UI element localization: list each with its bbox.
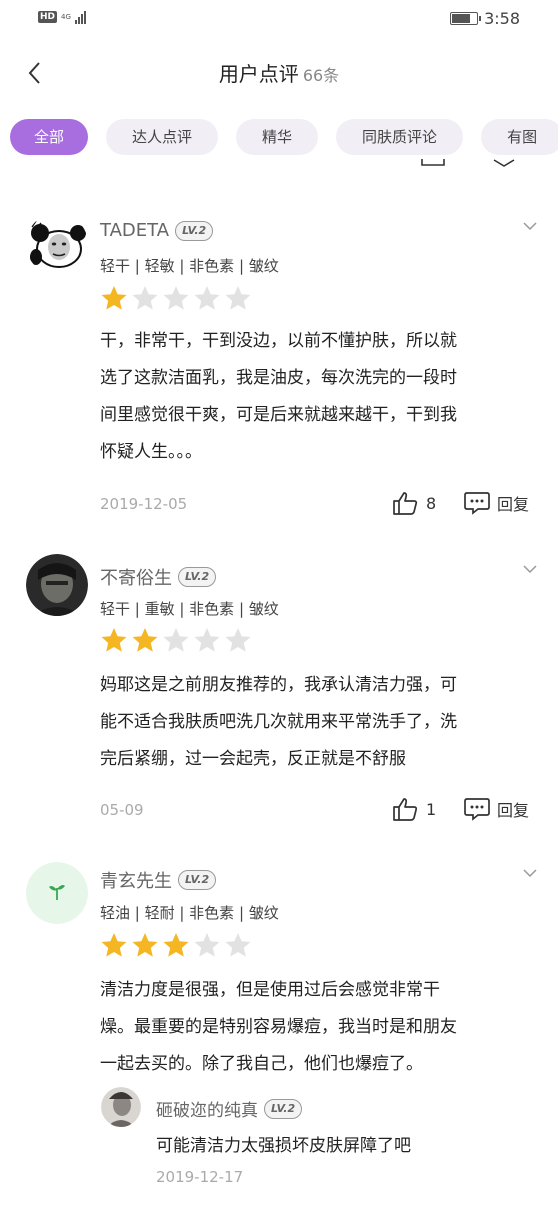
- review-text-line: 妈耶这是之前朋友推荐的，我承认清洁力强，可: [100, 675, 457, 695]
- star-empty-icon: [163, 628, 189, 652]
- level-badge: LV.2: [264, 1098, 303, 1119]
- avatar: [26, 554, 88, 616]
- username-text: TADETA: [100, 220, 170, 241]
- comment-icon: [464, 798, 490, 821]
- like-button[interactable]: 8: [392, 491, 436, 515]
- review-text-line: 清洁力度是很强，但是使用过后会感觉非常干: [100, 980, 440, 1000]
- review-text-line: 怀疑人生。。。: [100, 442, 202, 462]
- tab-featured[interactable]: 精华: [236, 119, 319, 155]
- tab-with-images[interactable]: 有图: [481, 119, 558, 155]
- skin-tags: 轻干 | 重敏 | 非色素 | 皱纹: [100, 600, 279, 618]
- tab-all[interactable]: 全部: [10, 119, 89, 155]
- review-text-line: 能不适合我肤质吧洗几次就用来平常洗手了，洗: [100, 712, 457, 732]
- username[interactable]: TADETA LV.2: [100, 220, 214, 241]
- star-filled-icon: [101, 628, 127, 652]
- portrait-avatar-icon: [26, 554, 88, 616]
- status-right: 3:58: [450, 9, 520, 28]
- skin-tags: 轻油 | 轻耐 | 非色素 | 皱纹: [100, 904, 279, 922]
- skin-tags: 轻干 | 轻敏 | 非色素 | 皱纹: [100, 257, 279, 275]
- level-badge: LV.2: [178, 567, 217, 587]
- username-text: 青玄先生: [100, 871, 172, 892]
- review-text-line: 一起去买的。除了我自己，他们也爆痘了。: [100, 1054, 423, 1074]
- review-count: 66条: [302, 66, 340, 85]
- page-title: 用户点评: [218, 62, 299, 86]
- review-date: 2019-12-05: [100, 495, 188, 513]
- star-empty-icon: [225, 933, 251, 957]
- star-empty-icon: [194, 933, 220, 957]
- chevron-down-icon[interactable]: [522, 868, 538, 878]
- comment-icon: [464, 492, 490, 515]
- star-rating: [100, 932, 252, 958]
- review-item: 青玄先生 LV.2 轻油 | 轻耐 | 非色素 | 皱纹 清洁力度是很强，但是使…: [0, 838, 558, 1210]
- username-text: 不寄俗生: [100, 568, 172, 589]
- level-badge: LV.2: [178, 870, 217, 890]
- review-text-line: 燥。最重要的是特别容易爆痘，我当时是和朋友: [100, 1017, 457, 1037]
- star-rating: [100, 627, 252, 653]
- review-text-line: 间里感觉很干爽，可是后来就越来越干，干到我: [100, 405, 457, 425]
- username[interactable]: 青玄先生 LV.2: [100, 867, 217, 893]
- status-left: HD 4G: [38, 10, 86, 24]
- scrolled-off-action-icons: [421, 159, 515, 167]
- star-empty-icon: [194, 286, 220, 310]
- thumbs-up-icon: [393, 492, 418, 515]
- review-date: 05-09: [100, 801, 144, 819]
- review-item: TADETA LV.2 轻干 | 轻敏 | 非色素 | 皱纹 干，非常干，干到没…: [0, 188, 558, 528]
- chevron-down-icon[interactable]: [522, 221, 538, 231]
- hd-indicator: HD: [38, 11, 58, 23]
- star-empty-icon: [163, 286, 189, 310]
- star-filled-icon: [132, 628, 158, 652]
- filter-tabs: 全部 达人点评 精华 同肤质评论 有图: [10, 119, 558, 157]
- like-button[interactable]: 1: [392, 797, 436, 821]
- like-count: 8: [426, 493, 437, 513]
- tab-expert-reviews[interactable]: 达人点评: [106, 119, 219, 155]
- star-empty-icon: [194, 628, 220, 652]
- reply-button[interactable]: 回复: [464, 797, 529, 821]
- chevron-down-icon[interactable]: [522, 564, 538, 574]
- review-text: 妈耶这是之前朋友推荐的，我承认清洁力强，可 能不适合我肤质吧洗几次就用来平常洗手…: [100, 667, 540, 778]
- reply-date: 2019-12-17: [156, 1168, 244, 1186]
- status-time: 3:58: [484, 9, 520, 28]
- review-text: 干，非常干，干到没边，以前不懂护肤，所以就 选了这款洁面乳，我是油皮，每次洗完的…: [100, 323, 540, 471]
- like-count: 1: [426, 799, 437, 819]
- avatar: [26, 862, 88, 924]
- review-text-line: 选了这款洁面乳，我是油皮，每次洗完的一段时: [100, 368, 457, 388]
- review-text-line: 完后紧绷，过一会起壳，反正就是不舒服: [100, 749, 406, 769]
- avatar: [26, 213, 88, 275]
- photo-avatar-icon: [101, 1087, 141, 1127]
- reply-button[interactable]: 回复: [464, 491, 529, 515]
- signal-icon: [74, 10, 86, 24]
- reply-username-text: 砸破迩的纯真: [156, 1101, 258, 1121]
- star-empty-icon: [225, 286, 251, 310]
- tab-same-skin-type[interactable]: 同肤质评论: [336, 119, 464, 155]
- network-type: 4G: [61, 13, 71, 21]
- star-filled-icon: [101, 933, 127, 957]
- reply-avatar: [101, 1087, 141, 1127]
- review-item: 不寄俗生 LV.2 轻干 | 重敏 | 非色素 | 皱纹 妈耶这是之前朋友推荐的…: [0, 528, 558, 838]
- star-filled-icon: [101, 286, 127, 310]
- status-bar: HD 4G 3:58: [0, 0, 558, 40]
- reply-label: 回复: [497, 495, 530, 514]
- star-filled-icon: [163, 933, 189, 957]
- thumbs-up-icon: [393, 798, 418, 821]
- username[interactable]: 不寄俗生 LV.2: [100, 564, 217, 590]
- reply-label: 回复: [497, 801, 530, 820]
- battery-icon: [450, 12, 482, 25]
- review-text: 清洁力度是很强，但是使用过后会感觉非常干 燥。最重要的是特别容易爆痘，我当时是和…: [100, 972, 540, 1083]
- star-filled-icon: [132, 933, 158, 957]
- star-empty-icon: [132, 286, 158, 310]
- reply-text: 可能清洁力太强损坏皮肤屏障了吧: [156, 1136, 411, 1156]
- battery-fill: [452, 14, 471, 23]
- review-text-line: 干，非常干，干到没边，以前不懂护肤，所以就: [100, 331, 457, 351]
- level-badge: LV.2: [175, 220, 214, 241]
- star-rating: [100, 285, 252, 311]
- panda-avatar-icon: [26, 213, 88, 275]
- star-empty-icon: [225, 628, 251, 652]
- sprout-avatar-icon: [26, 862, 88, 924]
- header: 用户点评 66条: [0, 52, 558, 96]
- reply-username[interactable]: 砸破迩的纯真 LV.2: [156, 1096, 303, 1121]
- page-title-wrap: 用户点评 66条: [0, 58, 558, 87]
